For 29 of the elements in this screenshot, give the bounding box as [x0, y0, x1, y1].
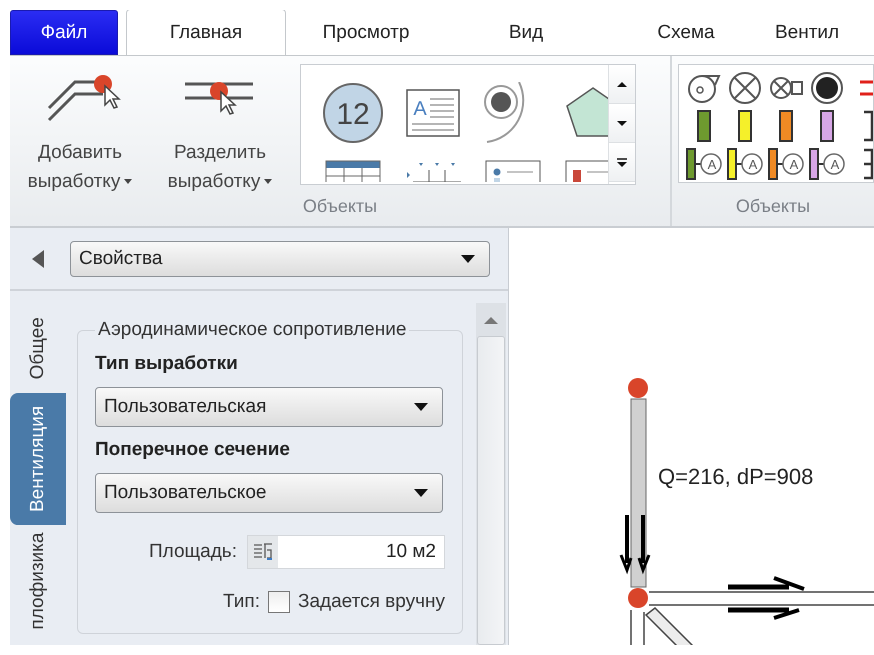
split-working-button[interactable]: Разделить выработку — [150, 70, 290, 196]
ribbon-tab[interactable]: Вид — [446, 10, 606, 55]
ribbon-tab[interactable]: Вентил — [766, 10, 846, 55]
panel-selector-dropdown[interactable]: Свойства — [70, 240, 490, 276]
group-title: Аэродинамическое сопротивление — [97, 319, 408, 341]
text-frame-icon: A — [406, 88, 460, 136]
side-tab[interactable]: Вентиляция — [10, 393, 66, 526]
field-label: Тип выработки — [95, 353, 239, 375]
field-label: Поперечное сечение — [95, 439, 291, 461]
checkbox-label: Задается вручну — [298, 591, 445, 613]
dropdown-value: Пользовательское — [104, 482, 266, 504]
field-label: Площадь: — [149, 541, 237, 563]
field-label: Тип: — [223, 591, 260, 613]
side-tab[interactable]: Общее — [10, 311, 66, 386]
group-label: Объекты — [302, 195, 378, 218]
side-tab[interactable]: плофизика — [10, 533, 66, 645]
dropdown-value: Свойства — [79, 248, 162, 270]
ribbon-tab[interactable]: Главная — [126, 10, 286, 55]
dropdown-field[interactable]: Пользовательское — [95, 473, 443, 513]
ribbon-tab[interactable]: Просмотр — [286, 10, 446, 55]
ribbon-tab[interactable]: Схема — [606, 10, 766, 55]
flow-label: Q=216, dP=908 — [658, 464, 814, 489]
add-working-button[interactable]: Добавить выработку — [10, 70, 150, 196]
dropdown-value: Пользовательская — [104, 396, 266, 418]
numbered-circle-icon: 12 — [322, 82, 384, 144]
group-label: Объекты — [734, 195, 812, 218]
input-field[interactable]: 10 м2 — [247, 535, 445, 569]
dropdown-field[interactable]: Пользовательская — [95, 387, 443, 427]
file-menu-button[interactable]: Файл — [10, 10, 118, 55]
